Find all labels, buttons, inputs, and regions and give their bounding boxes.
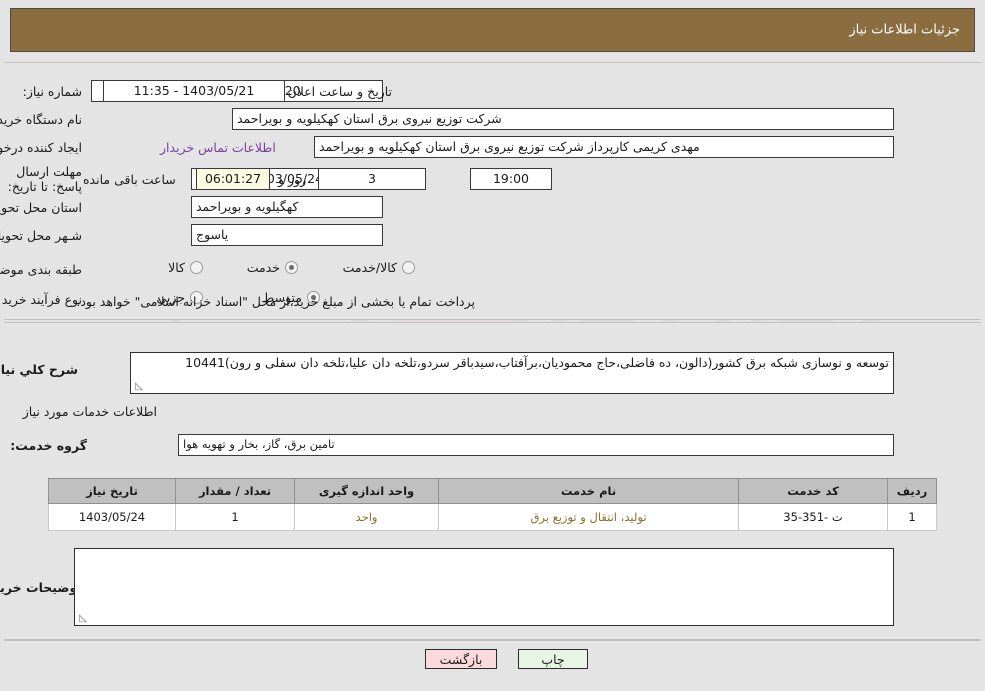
category-option-kala-khedmat[interactable]: کالا/خدمت: [343, 260, 415, 275]
radio-kala[interactable]: [190, 261, 203, 274]
buyer-notes-textarea[interactable]: ◺: [74, 548, 894, 626]
th-qty: تعداد / مقدار: [175, 478, 295, 504]
cell-row: 1: [887, 503, 937, 531]
services-table: ردیف کد خدمت نام خدمت واحد اندازه گیری ت…: [48, 478, 937, 531]
footer-divider: [4, 640, 981, 641]
buyer-contact-link[interactable]: اطلاعات تماس خریدار: [160, 140, 276, 155]
description-textarea[interactable]: توسعه و نوسازی شبکه برق کشور(دالون، ده ف…: [130, 352, 894, 394]
cell-qty: 1: [175, 503, 295, 531]
days-remaining-field[interactable]: 3: [318, 168, 426, 190]
category-label: طبقه بندی موضوعی:: [0, 262, 82, 277]
creator-field[interactable]: مهدی کریمی کارپرداز شرکت توزیع نیروی برق…: [314, 136, 894, 158]
th-date: تاریخ نیاز: [48, 478, 176, 504]
resize-grip-icon-notes[interactable]: ◺: [77, 614, 87, 624]
buyer-notes-label: توضیحات خریدار:: [0, 580, 82, 595]
cell-code: ت -351-35: [738, 503, 888, 531]
days-label: روز و: [278, 172, 307, 187]
deadline-label: مهلت ارسال پاسخ: تا تاریخ:: [7, 164, 82, 194]
process-label: نوع فرآیند خرید :: [0, 292, 82, 307]
remaining-suffix-label: ساعت باقی مانده: [83, 172, 176, 187]
city-field[interactable]: یاسوج: [191, 224, 383, 246]
description-text: توسعه و نوسازی شبکه برق کشور(دالون، ده ف…: [185, 355, 889, 370]
province-label: استان محل تحویل:: [0, 200, 82, 215]
page-header: جزئیات اطلاعات نیاز: [10, 8, 975, 52]
th-code: کد خدمت: [738, 478, 888, 504]
category-option-kala[interactable]: کالا: [168, 260, 203, 275]
buyer-org-field[interactable]: شرکت توزیع نیروی برق استان کهکیلویه و بو…: [232, 108, 894, 130]
page-title: جزئیات اطلاعات نیاز: [849, 22, 960, 38]
cell-unit: واحد: [294, 503, 439, 531]
public-announce-field[interactable]: 1403/05/21 - 11:35: [103, 80, 285, 102]
category-option-kala-label: کالا: [168, 260, 185, 275]
print-button[interactable]: چاپ: [518, 649, 588, 669]
table-row[interactable]: 1 ت -351-35 تولید، انتقال و توزیع برق وا…: [48, 503, 937, 531]
category-option-khedmat[interactable]: خدمت: [247, 260, 298, 275]
radio-kala-khedmat[interactable]: [402, 261, 415, 274]
back-button[interactable]: بازگشت: [425, 649, 497, 669]
resize-grip-icon[interactable]: ◺: [133, 382, 143, 392]
time-remaining-field: 06:01:27: [196, 168, 270, 190]
creator-label: ایجاد کننده درخواست:: [0, 140, 82, 155]
cell-name: تولید، انتقال و توزیع برق: [438, 503, 739, 531]
category-option-kala-khedmat-label: کالا/خدمت: [342, 260, 397, 275]
page-root: جزئیات اطلاعات نیاز T e n d e r . n e t …: [0, 0, 985, 691]
description-label: شرح کلي نیاز:: [0, 362, 78, 377]
category-option-khedmat-label: خدمت: [246, 260, 280, 275]
cell-date: 1403/05/24: [48, 503, 176, 531]
deadline-time-field[interactable]: 19:00: [470, 168, 552, 190]
province-field[interactable]: کهگیلویه و بویراحمد: [191, 196, 383, 218]
city-label: شـهر محل تحویل:: [0, 228, 82, 243]
service-group-field[interactable]: تامین برق، گاز، بخار و تهویه هوا: [178, 434, 894, 456]
th-name: نام خدمت: [438, 478, 739, 504]
services-section-title: اطلاعات خدمات مورد نیاز: [22, 404, 157, 419]
radio-khedmat[interactable]: [285, 261, 298, 274]
table-header-row: ردیف کد خدمت نام خدمت واحد اندازه گیری ت…: [48, 478, 937, 504]
process-note: پرداخت تمام یا بخشی از مبلغ خرید،از محل …: [76, 294, 475, 309]
th-row: ردیف: [887, 478, 937, 504]
buyer-org-label: نام دستگاه خریدار:: [0, 112, 82, 127]
service-group-label: گروه خدمت:: [10, 438, 87, 453]
need-number-label: شماره نیاز:: [22, 84, 82, 99]
th-unit: واحد اندازه گیری: [294, 478, 439, 504]
